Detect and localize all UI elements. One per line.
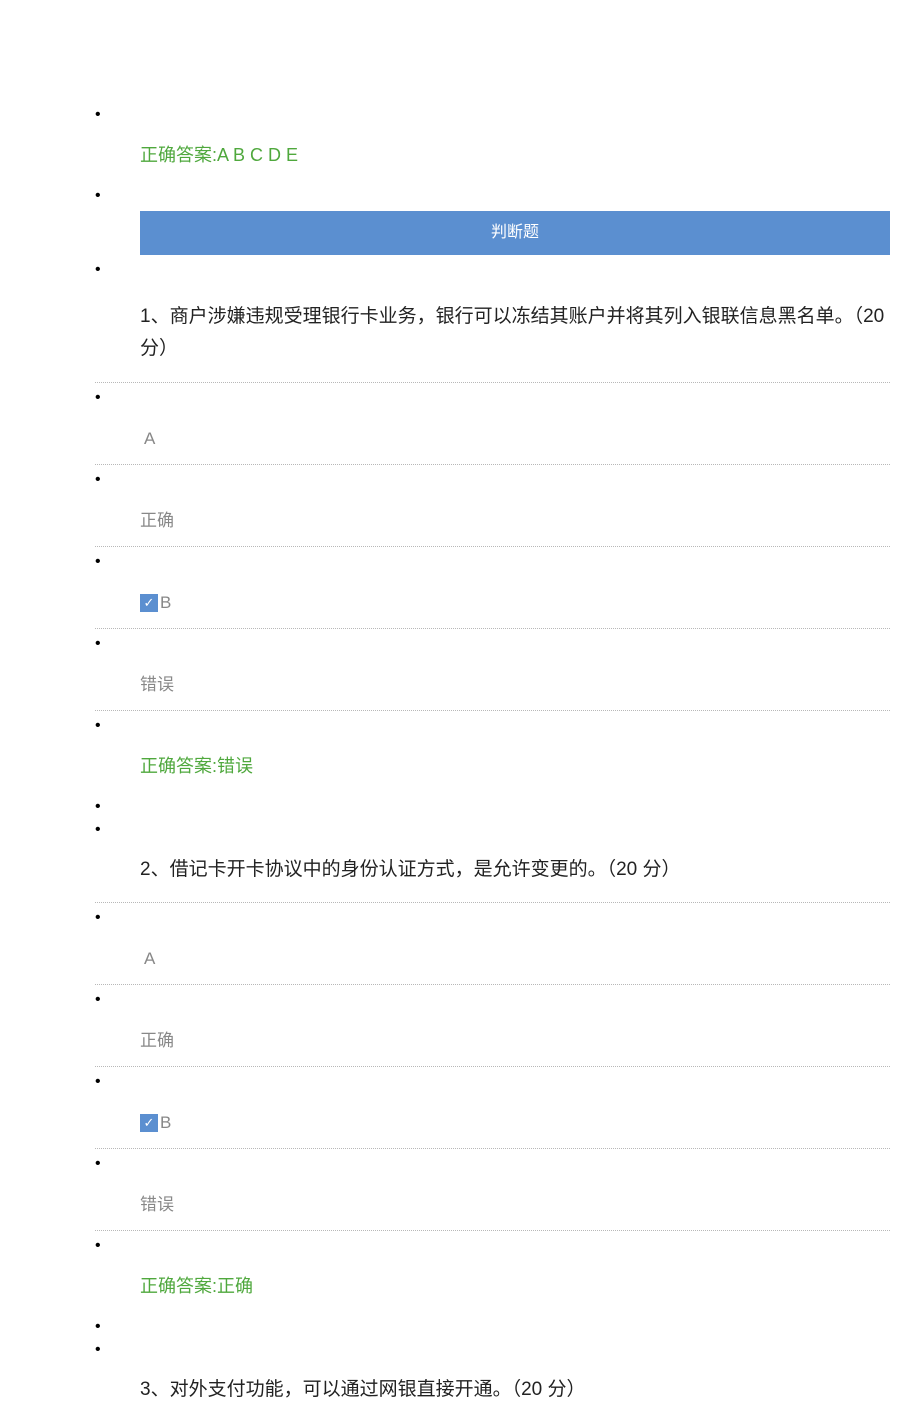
question-1-option-a-text: 正确: [95, 495, 890, 547]
question-2-option-b-text: 错误: [95, 1179, 890, 1231]
question-points: （20 分）: [512, 1379, 586, 1400]
bullet-spacer: [95, 985, 890, 1015]
section-header: 判断题: [140, 211, 890, 255]
question-points: （20 分）: [607, 859, 681, 880]
bullet-spacer: [95, 383, 890, 413]
question-1-option-b-label[interactable]: ✓B: [95, 577, 890, 629]
bullet-spacer: [95, 903, 890, 933]
bullet-spacer: [95, 465, 890, 495]
question-2-option-a-text: 正确: [95, 1015, 890, 1067]
bullet-spacer: [95, 100, 890, 130]
option-text: 错误: [140, 675, 174, 694]
answer-value: 错误: [217, 756, 253, 776]
option-label: B: [160, 1113, 171, 1132]
option-text: 错误: [140, 1195, 174, 1214]
question-2: 2、借记卡开卡协议中的身份认证方式，是允许变更的。（20 分）: [95, 838, 890, 903]
option-text: 正确: [140, 1031, 174, 1050]
question-number: 1、: [140, 306, 170, 327]
option-text: 正确: [140, 511, 174, 530]
question-text-content: 借记卡开卡协议中的身份认证方式，是允许变更的。: [170, 859, 607, 880]
question-1-option-a-label: A: [95, 413, 890, 465]
bullet-spacer: [95, 1067, 890, 1097]
option-label: B: [160, 593, 171, 612]
bullet-spacer: [95, 792, 890, 822]
bullet-spacer: [95, 1149, 890, 1179]
bullet-spacer: [95, 547, 890, 577]
question-1: 1、商户涉嫌违规受理银行卡业务，银行可以冻结其账户并将其列入银联信息黑名单。（2…: [95, 285, 890, 383]
question-text-content: 商户涉嫌违规受理银行卡业务，银行可以冻结其账户并将其列入银联信息黑名单。: [170, 306, 854, 327]
option-label: A: [140, 949, 155, 968]
answer-value: A B C D E: [217, 145, 298, 165]
answer-label: 正确答案:: [140, 1276, 217, 1296]
question-1-answer: 正确答案:错误: [95, 741, 890, 792]
answer-label: 正确答案:: [140, 756, 217, 776]
answer-value: 正确: [217, 1276, 253, 1296]
answer-label: 正确答案:: [140, 145, 217, 165]
bullet-spacer: [95, 1231, 890, 1261]
question-number: 3、: [140, 1379, 170, 1400]
question-2-answer: 正确答案:正确: [95, 1261, 890, 1312]
bullet-spacer: [95, 1342, 890, 1358]
bullet-spacer: [95, 711, 890, 741]
bullet-spacer: [95, 255, 890, 285]
question-1-option-b-text: 错误: [95, 659, 890, 711]
question-number: 2、: [140, 859, 170, 880]
check-icon: ✓: [140, 594, 158, 612]
check-icon: ✓: [140, 1114, 158, 1132]
previous-answer-row: 正确答案:A B C D E: [95, 130, 890, 181]
option-label: A: [140, 429, 155, 448]
question-2-option-a-label: A: [95, 933, 890, 985]
question-2-option-b-label[interactable]: ✓B: [95, 1097, 890, 1149]
question-text-content: 对外支付功能，可以通过网银直接开通。: [170, 1379, 512, 1400]
section-header-row: 判断题: [95, 211, 890, 255]
bullet-spacer: [95, 1312, 890, 1342]
bullet-spacer: [95, 822, 890, 838]
question-3: 3、对外支付功能，可以通过网银直接开通。（20 分）: [95, 1358, 890, 1422]
bullet-spacer: [95, 629, 890, 659]
bullet-spacer: [95, 181, 890, 211]
